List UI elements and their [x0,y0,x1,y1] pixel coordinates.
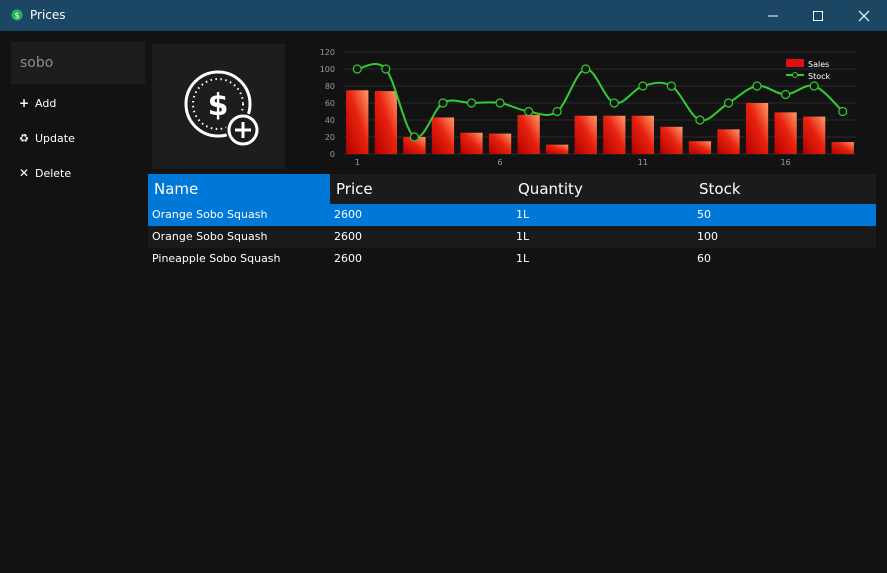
table-header: Name Price Quantity Stock [148,174,876,204]
y-tick-label: 80 [325,82,335,91]
search-input[interactable]: sobo [11,42,145,84]
stock-point [352,64,362,74]
stock-point [409,132,419,142]
stock-point [581,64,591,74]
sales-stock-chart: 0204060801001201 6 11 16SalesStock [320,48,857,167]
stock-point [381,64,391,74]
bar [488,133,512,154]
stock-point [466,98,477,108]
bar [631,115,654,154]
cell-name: Orange Sobo Squash [152,208,268,221]
stock-point [438,98,448,108]
stock-point [524,106,534,117]
stock-point [838,106,848,117]
x-tick-label: 1 [355,158,360,167]
svg-text:$: $ [208,88,229,123]
x-icon: ✕ [18,166,30,180]
y-tick-label: 20 [325,133,335,142]
window-title: Prices [30,8,66,22]
bar [346,90,369,154]
column-header-quantity[interactable]: Quantity [512,174,694,204]
legend-label-stock: Stock [808,72,831,81]
stock-point [609,98,619,108]
y-tick-label: 100 [320,65,335,74]
stock-line [357,63,844,139]
legend-marker-stock [792,72,798,78]
cell-stock: 100 [697,230,718,243]
cell-price: 2600 [334,252,362,265]
x-tick-label: 11 [638,158,648,167]
stock-point [638,81,648,91]
column-header-name[interactable]: Name [148,174,330,204]
bar [460,132,483,154]
recycle-icon: ♻ [19,131,29,145]
stock-point [495,98,505,108]
close-icon [858,10,870,21]
table-row[interactable]: Orange Sobo Squash 2600 1L 50 [148,204,876,226]
y-tick-label: 0 [330,150,335,159]
cell-stock: 50 [697,208,711,221]
bar [831,142,854,154]
update-label: Update [35,131,75,145]
cell-stock: 60 [697,252,711,265]
minimize-icon [768,15,778,16]
close-button[interactable] [841,0,887,31]
update-button[interactable]: ♻ Update [18,129,75,147]
table-row[interactable]: Orange Sobo Squash 2600 1L 100 [148,226,876,248]
stock-point [723,98,734,108]
legend-swatch-sales [786,59,804,67]
money-icon: $ [11,9,23,21]
delete-label: Delete [35,166,72,180]
table-row[interactable]: Pineapple Sobo Squash 2600 1L 60 [148,248,876,270]
bar [546,144,569,154]
svg-text:$: $ [14,11,19,20]
cell-quantity: 1L [516,230,530,243]
column-header-price[interactable]: Price [330,174,512,204]
y-tick-label: 40 [325,116,335,125]
bar [431,117,455,154]
bar [660,126,683,154]
cell-price: 2600 [334,230,362,243]
y-tick-label: 60 [325,99,335,108]
add-label: Add [35,96,57,110]
x-tick-label: 6 [498,158,503,167]
bar [803,116,826,154]
plus-icon: + [18,96,30,110]
bar [774,112,797,154]
bar [717,129,740,154]
cell-quantity: 1L [516,252,530,265]
cell-name: Pineapple Sobo Squash [152,252,281,265]
y-tick-label: 120 [320,48,335,57]
bar [374,91,397,154]
cell-price: 2600 [334,208,362,221]
delete-button[interactable]: ✕ Delete [18,164,71,182]
maximize-icon [813,10,823,21]
cell-quantity: 1L [516,208,530,221]
dollar-coin-add-icon: $ [184,70,260,147]
bar [517,114,540,154]
stock-point [752,81,762,91]
stock-point [666,81,676,91]
cell-name: Orange Sobo Squash [152,230,268,243]
minimize-button[interactable] [750,0,796,31]
column-header-stock[interactable]: Stock [693,174,876,204]
legend-label-sales: Sales [808,60,829,69]
add-button[interactable]: + Add [18,94,56,112]
bar [688,141,712,154]
bar [603,115,626,154]
title-bar: $ Prices [0,0,887,31]
stock-point [552,106,562,117]
stock-point [781,89,791,100]
maximize-button[interactable] [795,0,841,31]
stock-point [695,115,705,125]
x-tick-label: 16 [781,158,791,167]
stock-point [809,81,819,91]
product-image[interactable]: $ [152,44,285,169]
bar [745,103,769,154]
bar [574,115,597,154]
